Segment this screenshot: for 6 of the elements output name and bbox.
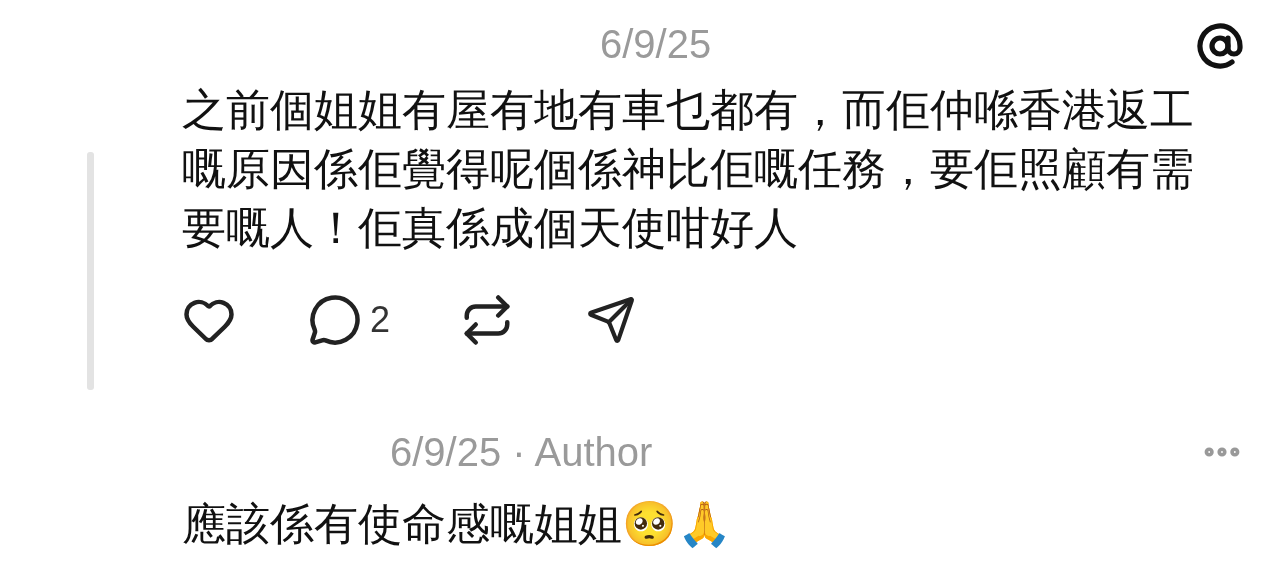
at-sign-icon[interactable] — [1196, 22, 1244, 70]
post-date: 6/9/25 — [600, 22, 712, 68]
reply-text: 應該係有使命感嘅姐姐🥺🙏 — [182, 498, 733, 550]
share-button[interactable] — [586, 295, 637, 345]
post-text: 之前個姐姐有屋有地有車乜都有，而佢仲喺香港返工嘅原因係佢覺得呢個係神比佢嘅任務，要佢照顧有需要嘅人！佢真係成個天使咁好人 — [182, 84, 1195, 254]
reply-meta: 6/9/25 · Author — [390, 430, 653, 474]
